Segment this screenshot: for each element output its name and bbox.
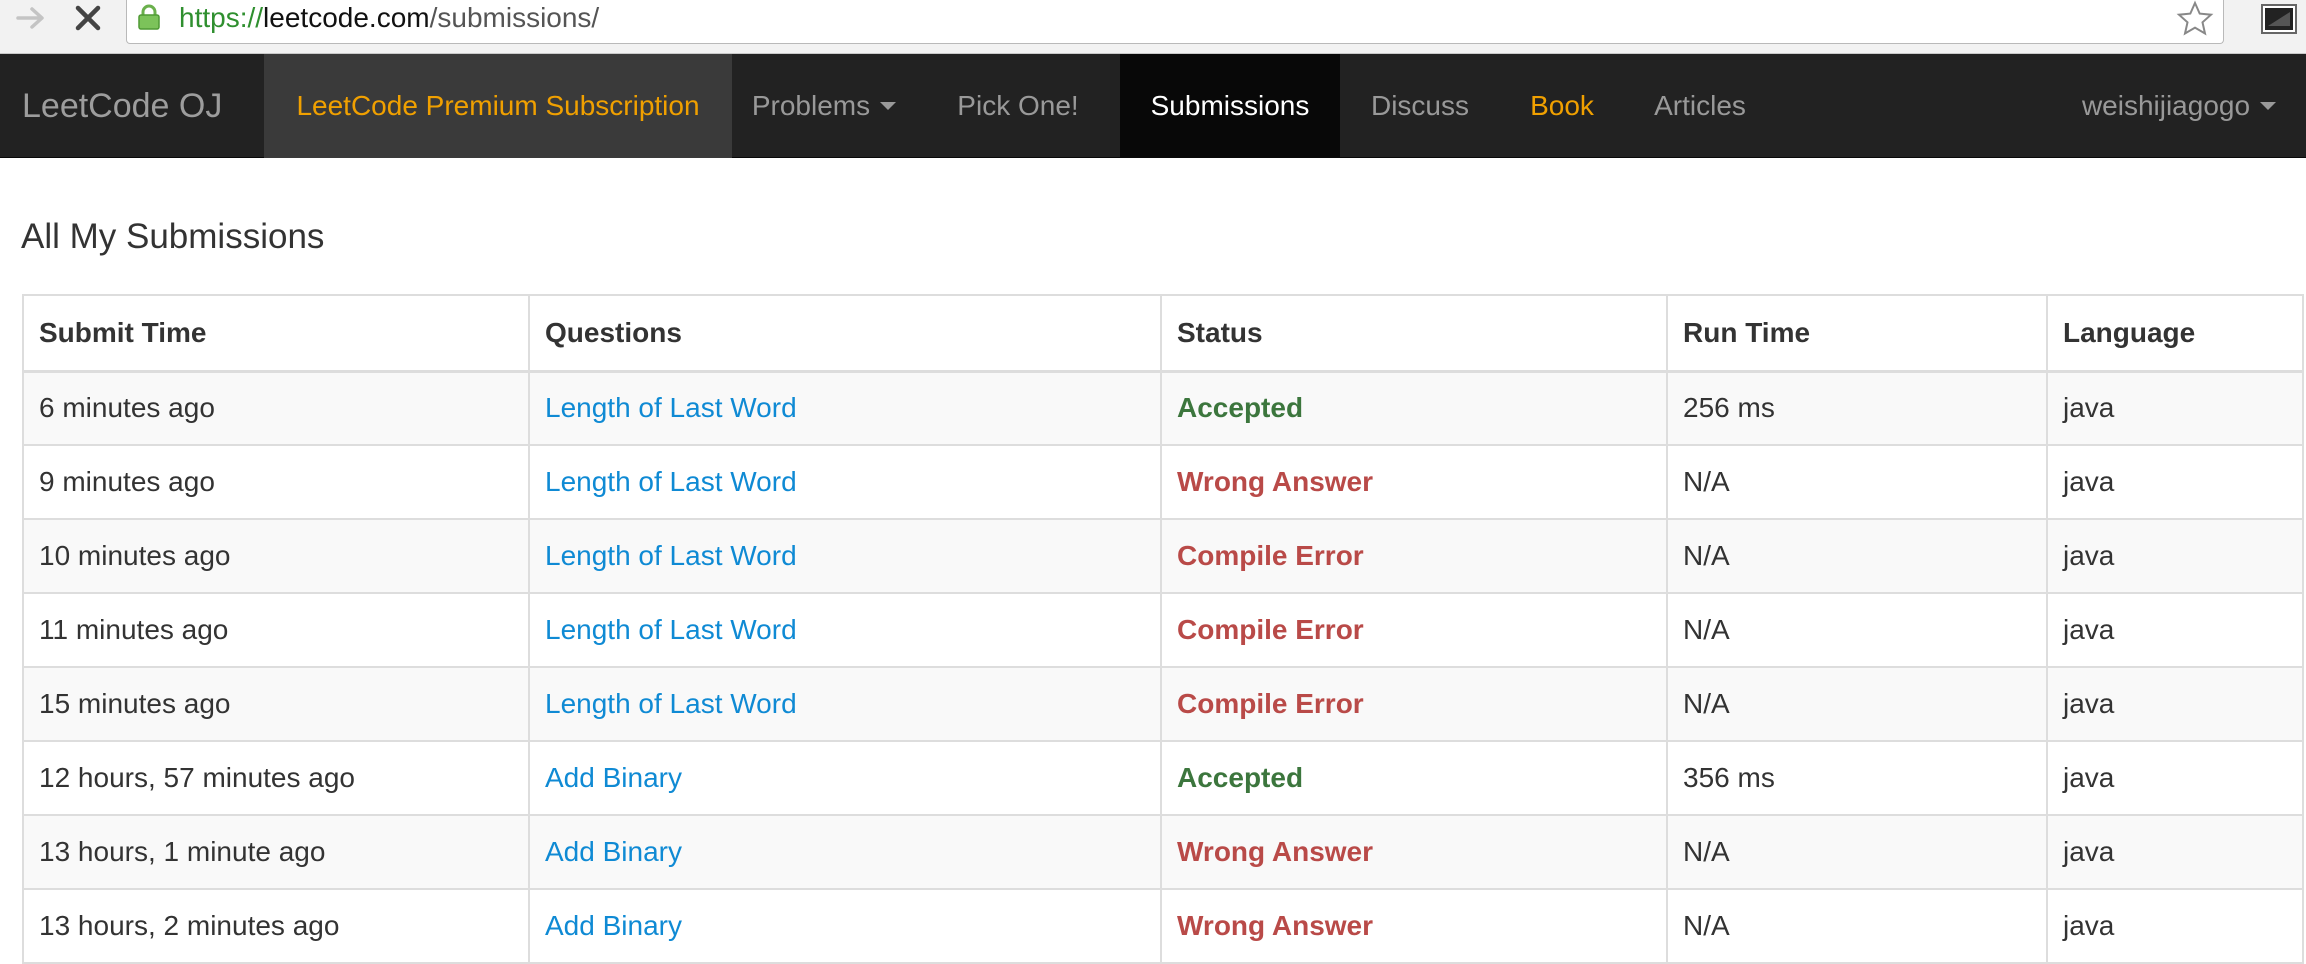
question-link[interactable]: Length of Last Word	[545, 614, 797, 645]
cell-language: java	[2046, 592, 2304, 668]
url-text[interactable]: https://leetcode.com/submissions/	[179, 2, 599, 34]
status-link[interactable]: Compile Error	[1177, 540, 1364, 571]
header-status: Status	[1160, 294, 1668, 373]
star-icon[interactable]	[2175, 0, 2215, 38]
caret-down-icon	[880, 102, 897, 110]
stop-icon[interactable]	[66, 0, 110, 36]
cell-status: Compile Error	[1160, 666, 1668, 742]
cell-language: java	[2046, 740, 2304, 816]
cell-submit-time: 15 minutes ago	[22, 666, 530, 742]
status-link[interactable]: Wrong Answer	[1177, 910, 1373, 941]
cell-language: java	[2046, 370, 2304, 446]
cell-run-time: N/A	[1666, 592, 2048, 668]
cell-language: java	[2046, 814, 2304, 890]
address-bar[interactable]: https://leetcode.com/submissions/	[126, 0, 2224, 44]
cell-run-time: 356 ms	[1666, 740, 2048, 816]
header-questions: Questions	[528, 294, 1162, 373]
cell-run-time: 256 ms	[1666, 370, 2048, 446]
nav-book[interactable]: Book	[1500, 54, 1624, 158]
table-row: 15 minutes ago Length of Last Word Compi…	[22, 666, 2304, 742]
question-link[interactable]: Add Binary	[545, 836, 682, 867]
nav-problems-dropdown[interactable]: Problems	[732, 54, 916, 158]
header-run-time: Run Time	[1666, 294, 2048, 373]
question-link[interactable]: Add Binary	[545, 910, 682, 941]
nav-problems-label: Problems	[751, 90, 871, 121]
cell-question: Length of Last Word	[528, 592, 1162, 668]
cell-language: java	[2046, 444, 2304, 520]
nav-submissions[interactable]: Submissions	[1120, 54, 1340, 158]
status-link[interactable]: Accepted	[1177, 392, 1303, 423]
cell-submit-time: 10 minutes ago	[22, 518, 530, 594]
cell-run-time: N/A	[1666, 666, 2048, 742]
table-row: 9 minutes ago Length of Last Word Wrong …	[22, 444, 2304, 520]
cell-submit-time: 12 hours, 57 minutes ago	[22, 740, 530, 816]
submissions-table: Submit Time Questions Status Run Time La…	[22, 294, 2304, 964]
terminal-icon[interactable]	[2260, 2, 2300, 36]
cell-run-time: N/A	[1666, 518, 2048, 594]
cell-question: Length of Last Word	[528, 444, 1162, 520]
nav-articles[interactable]: Articles	[1624, 54, 1776, 158]
url-host: leetcode.com	[263, 2, 430, 33]
cell-submit-time: 11 minutes ago	[22, 592, 530, 668]
username: weishijiagogo	[2081, 90, 2251, 121]
forward-arrow-icon[interactable]	[10, 0, 54, 36]
cell-submit-time: 13 hours, 1 minute ago	[22, 814, 530, 890]
cell-run-time: N/A	[1666, 888, 2048, 964]
cell-status: Wrong Answer	[1160, 444, 1668, 520]
table-row: 12 hours, 57 minutes ago Add Binary Acce…	[22, 740, 2304, 816]
cell-language: java	[2046, 518, 2304, 594]
table-row: 10 minutes ago Length of Last Word Compi…	[22, 518, 2304, 594]
cell-status: Wrong Answer	[1160, 814, 1668, 890]
cell-submit-time: 13 hours, 2 minutes ago	[22, 888, 530, 964]
question-link[interactable]: Length of Last Word	[545, 688, 797, 719]
submissions-table-body: 6 minutes ago Length of Last Word Accept…	[22, 370, 2304, 964]
cell-question: Length of Last Word	[528, 370, 1162, 446]
cell-question: Add Binary	[528, 888, 1162, 964]
question-link[interactable]: Length of Last Word	[545, 392, 797, 423]
table-row: 11 minutes ago Length of Last Word Compi…	[22, 592, 2304, 668]
table-row: 6 minutes ago Length of Last Word Accept…	[22, 370, 2304, 446]
question-link[interactable]: Add Binary	[545, 762, 682, 793]
cell-submit-time: 6 minutes ago	[22, 370, 530, 446]
brand-logo[interactable]: LeetCode OJ	[0, 54, 264, 158]
cell-status: Compile Error	[1160, 592, 1668, 668]
cell-language: java	[2046, 666, 2304, 742]
header-submit-time: Submit Time	[22, 294, 530, 373]
nav-pick-one[interactable]: Pick One!	[916, 54, 1120, 158]
cell-question: Add Binary	[528, 814, 1162, 890]
cell-question: Length of Last Word	[528, 518, 1162, 594]
cell-language: java	[2046, 888, 2304, 964]
status-link[interactable]: Wrong Answer	[1177, 836, 1373, 867]
url-scheme: https://	[179, 2, 264, 33]
header-language: Language	[2046, 294, 2304, 373]
table-header-row: Submit Time Questions Status Run Time La…	[22, 294, 2304, 373]
submissions-table-container: Submit Time Questions Status Run Time La…	[22, 294, 2304, 964]
table-row: 13 hours, 2 minutes ago Add Binary Wrong…	[22, 888, 2304, 964]
nav-discuss[interactable]: Discuss	[1340, 54, 1500, 158]
browser-toolbar: https://leetcode.com/submissions/	[0, 0, 2306, 54]
page-title: All My Submissions	[21, 217, 325, 256]
status-link[interactable]: Accepted	[1177, 762, 1303, 793]
cell-run-time: N/A	[1666, 444, 2048, 520]
url-path: /submissions/	[429, 2, 600, 33]
cell-status: Wrong Answer	[1160, 888, 1668, 964]
table-row: 13 hours, 1 minute ago Add Binary Wrong …	[22, 814, 2304, 890]
status-link[interactable]: Wrong Answer	[1177, 466, 1373, 497]
cell-status: Accepted	[1160, 740, 1668, 816]
cell-question: Add Binary	[528, 740, 1162, 816]
cell-submit-time: 9 minutes ago	[22, 444, 530, 520]
cell-status: Compile Error	[1160, 518, 1668, 594]
question-link[interactable]: Length of Last Word	[545, 540, 797, 571]
lock-icon	[137, 4, 161, 30]
cell-run-time: N/A	[1666, 814, 2048, 890]
cell-status: Accepted	[1160, 370, 1668, 446]
user-menu-dropdown[interactable]: weishijiagogo	[2052, 54, 2306, 158]
status-link[interactable]: Compile Error	[1177, 688, 1364, 719]
main-navbar: LeetCode OJ LeetCode Premium Subscriptio…	[0, 54, 2306, 158]
cell-question: Length of Last Word	[528, 666, 1162, 742]
nav-premium-subscription[interactable]: LeetCode Premium Subscription	[264, 54, 732, 158]
caret-down-icon	[2260, 102, 2277, 110]
question-link[interactable]: Length of Last Word	[545, 466, 797, 497]
status-link[interactable]: Compile Error	[1177, 614, 1364, 645]
